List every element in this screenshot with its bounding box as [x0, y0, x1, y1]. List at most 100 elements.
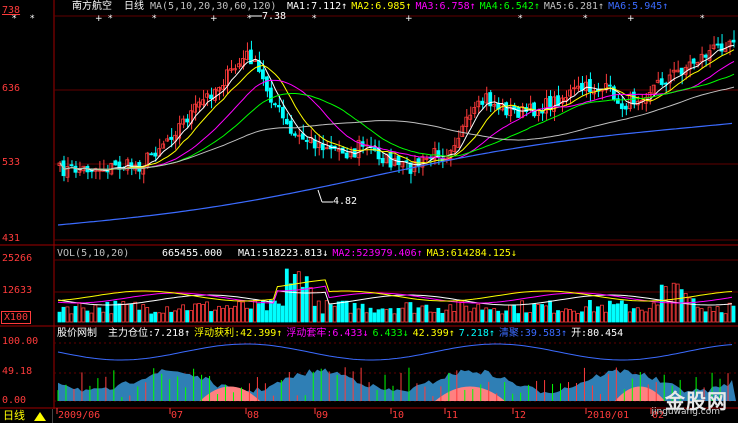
candle-body	[149, 153, 154, 156]
volume-bar	[540, 304, 544, 323]
candle-body	[185, 118, 190, 123]
candle-body	[237, 63, 241, 68]
volume-bar	[504, 310, 509, 323]
volume-bar	[659, 284, 664, 323]
vol-ma-line-1	[57, 290, 733, 306]
event-star-icon[interactable]: *	[152, 14, 157, 24]
volume-bar	[460, 301, 465, 323]
volume-bar	[596, 306, 600, 323]
ma4-line	[59, 73, 735, 170]
event-star-icon[interactable]: *	[700, 14, 705, 24]
vol-legend-item-3: MA3:614284.125↓	[426, 248, 517, 259]
candle-body	[209, 94, 213, 100]
event-star-icon[interactable]: *	[247, 14, 252, 24]
position-legend-item-1: 主力仓位:7.218↑	[108, 328, 191, 339]
event-star-icon[interactable]: *	[518, 14, 523, 24]
volume-bar	[388, 308, 393, 323]
volume-bar	[233, 305, 237, 323]
vol-tick-2: 12633	[2, 285, 33, 296]
vol-header: VOL(5,10,20)	[57, 248, 130, 259]
stock-chart[interactable]: * * + * * + * * + * * + *	[0, 0, 738, 423]
volume-bar	[268, 300, 273, 323]
volume-bar	[667, 300, 672, 323]
event-star-icon[interactable]: +	[627, 14, 635, 24]
candle-body	[312, 139, 317, 149]
volume-bar	[695, 306, 700, 323]
volume-bar	[173, 310, 178, 323]
candle-body	[268, 87, 273, 103]
position-legend-item-6: 7.218↑	[458, 328, 495, 339]
volume-bar	[257, 303, 261, 323]
position-line	[57, 343, 733, 361]
volume-bar	[340, 300, 345, 323]
volume-bar	[472, 307, 477, 323]
ma3-line	[59, 60, 735, 170]
volume-bar	[723, 313, 728, 323]
candle-body	[588, 79, 592, 93]
ma-legend-item-6: MA6:5.945↑	[608, 1, 669, 12]
candle-body	[396, 155, 401, 166]
high-annotation: 7.38	[262, 11, 287, 22]
volume-bar	[221, 307, 225, 323]
volume-bar	[400, 307, 405, 323]
event-star-icon[interactable]: *	[108, 14, 113, 24]
volume-bar	[296, 271, 301, 323]
volume-bar	[552, 312, 556, 323]
period-tab[interactable]: 日线	[0, 409, 53, 423]
ma-legend-item-4: MA4:6.542↑	[479, 1, 540, 12]
event-star-icon[interactable]: *	[30, 14, 35, 24]
volume-bar	[647, 307, 652, 323]
volume-bar	[428, 311, 433, 323]
candle-body	[659, 78, 664, 85]
candle-body	[703, 54, 708, 58]
volume-bar	[316, 300, 321, 323]
volume-bar	[193, 303, 197, 323]
event-star-icon[interactable]: *	[312, 14, 317, 24]
volume-bar	[352, 303, 357, 323]
x-label-3: 09	[316, 410, 329, 421]
volume-bar	[241, 301, 245, 323]
volume-bar	[420, 305, 425, 323]
volume-bar	[448, 304, 453, 323]
volume-bar	[416, 307, 421, 323]
candle-body	[691, 58, 696, 64]
volume-bar	[635, 307, 640, 323]
vol-tick-1: 25266	[2, 253, 33, 264]
volume-bar	[703, 311, 708, 323]
candle-body	[264, 76, 269, 92]
period-tab-label: 日线	[3, 409, 25, 422]
x-label-4: 10	[392, 410, 405, 421]
volume-bar	[572, 310, 576, 323]
vol-scale-label: X100	[1, 311, 32, 324]
candle-body	[528, 103, 532, 110]
position-legend-item-5: 42.399↑	[412, 328, 455, 339]
volume-bar	[707, 306, 712, 323]
ma-legend-item-3: MA3:6.758↑	[415, 1, 476, 12]
candle-body	[276, 105, 281, 108]
volume-bar	[432, 311, 437, 323]
event-star-icon[interactable]: +	[405, 14, 413, 24]
volume-bar	[452, 310, 457, 323]
volume-bar	[600, 304, 604, 323]
volume-bar	[65, 306, 70, 323]
volume-bar	[189, 310, 194, 323]
candle-body	[472, 107, 477, 114]
volume-bar	[81, 307, 86, 323]
volume-bar	[492, 308, 497, 323]
volume-bar	[607, 300, 612, 323]
volume-bar	[304, 276, 309, 323]
volume-bar	[292, 274, 297, 323]
event-star-icon[interactable]: +	[210, 14, 218, 24]
candle-body	[169, 136, 174, 140]
event-star-icon[interactable]: *	[583, 14, 588, 24]
event-star-icon[interactable]: +	[95, 14, 103, 24]
volume-bar	[97, 307, 102, 323]
volume-bar	[141, 304, 146, 323]
volume-bar	[217, 305, 221, 323]
volume-bar	[440, 312, 445, 323]
ma6-line	[57, 122, 733, 226]
volume-bar	[85, 310, 90, 323]
volume-bar	[476, 303, 481, 323]
volume-bar	[245, 307, 249, 323]
candle-body	[623, 105, 628, 110]
